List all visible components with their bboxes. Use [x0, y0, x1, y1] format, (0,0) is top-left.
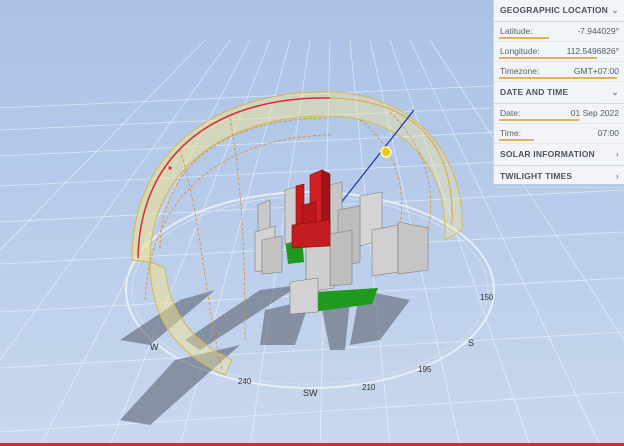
- date-row[interactable]: Date: 01 Sep 2022: [494, 104, 624, 124]
- timezone-slider-bar[interactable]: [499, 77, 617, 79]
- sun-marker-icon[interactable]: [380, 146, 392, 158]
- date-and-time-title: DATE AND TIME: [500, 87, 569, 97]
- compass-label-210: 210: [362, 383, 376, 392]
- time-row[interactable]: Time: 07:00: [494, 124, 624, 144]
- date-slider-bar[interactable]: [499, 119, 579, 121]
- solar-information-title: SOLAR INFORMATION: [500, 149, 595, 159]
- geographic-location-header[interactable]: GEOGRAPHIC LOCATION ⌄: [494, 0, 624, 22]
- sun-path-hour-marker: [168, 166, 172, 170]
- longitude-slider-bar[interactable]: [499, 57, 597, 59]
- compass-label-sw: SW: [303, 388, 318, 398]
- compass-label-195: 195: [418, 365, 432, 374]
- longitude-row[interactable]: Longitude: 112.5496826°: [494, 42, 624, 62]
- compass-label-240: 240: [238, 377, 252, 386]
- twilight-times-header[interactable]: TWILIGHT TIMES ›: [494, 166, 624, 188]
- time-slider-bar[interactable]: [499, 139, 534, 141]
- info-panel: GEOGRAPHIC LOCATION ⌄ Latitude: -7.94402…: [493, 0, 624, 188]
- geographic-location-title: GEOGRAPHIC LOCATION: [500, 5, 609, 15]
- chevron-down-icon: ⌄: [611, 87, 619, 97]
- solar-information-header[interactable]: SOLAR INFORMATION ›: [494, 144, 624, 166]
- time-value: 07:00: [597, 128, 619, 138]
- latitude-row[interactable]: Latitude: -7.944029°: [494, 22, 624, 42]
- twilight-times-title: TWILIGHT TIMES: [500, 171, 573, 181]
- date-and-time-header[interactable]: DATE AND TIME ⌄: [494, 82, 624, 104]
- timezone-row[interactable]: Timezone: GMT+07:00: [494, 62, 624, 82]
- latitude-slider-bar[interactable]: [499, 37, 549, 39]
- chevron-right-icon: ›: [615, 149, 619, 159]
- chevron-right-icon: ›: [615, 171, 619, 181]
- latitude-value: -7.944029°: [577, 26, 619, 36]
- compass-label-s: S: [468, 338, 474, 348]
- chevron-down-icon: ⌄: [611, 5, 619, 15]
- compass-label-150: 150: [480, 293, 494, 302]
